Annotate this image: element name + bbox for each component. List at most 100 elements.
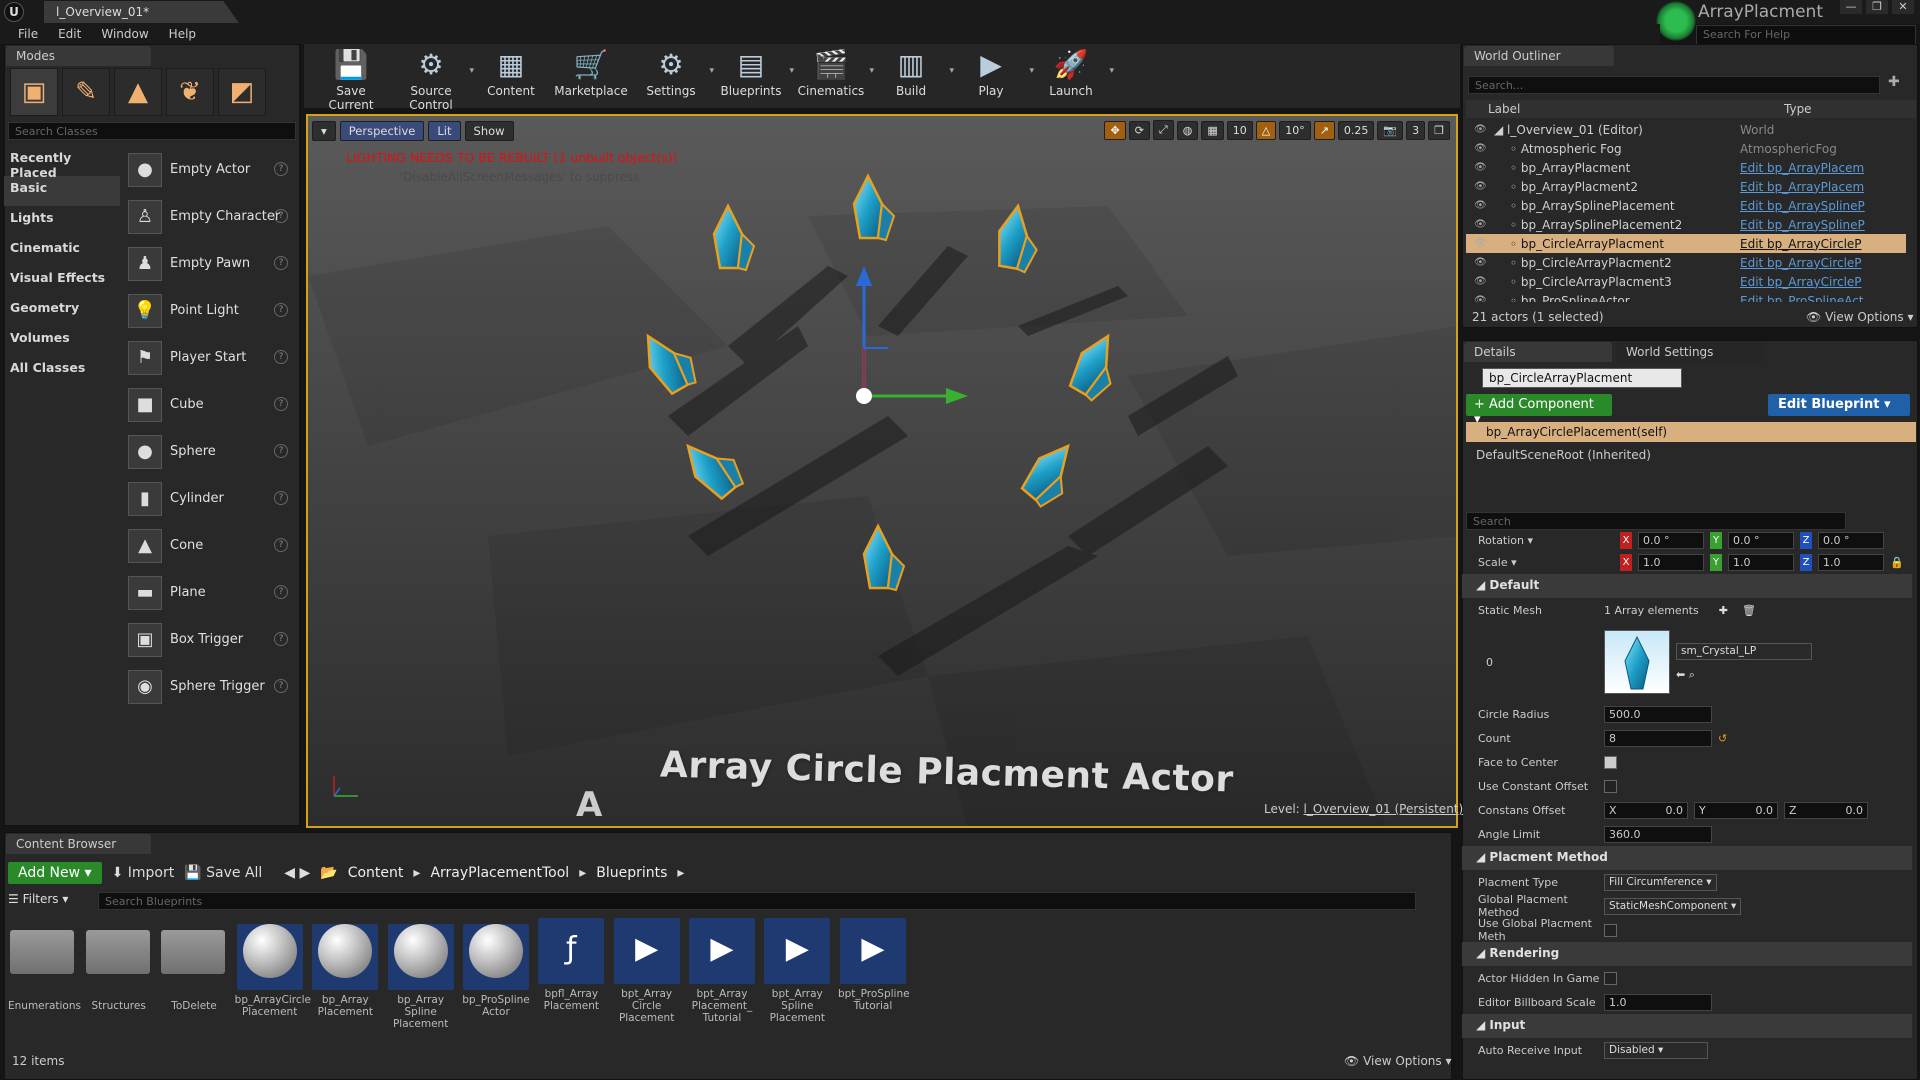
perspective-button[interactable]: Perspective	[339, 121, 425, 141]
component-scene-root[interactable]: DefaultSceneRoot (Inherited)	[1476, 448, 1651, 462]
placeable-item[interactable]: ▲ Cone ?	[124, 522, 296, 569]
level-name[interactable]: l_Overview_01 (Persistent)	[1304, 802, 1464, 816]
category-basic[interactable]: Basic	[4, 176, 120, 206]
outliner-row[interactable]: 👁 ◦ bp_ArraySplinePlacement Edit bp_Arra…	[1466, 196, 1906, 215]
scale-tool-icon[interactable]: ⤢	[1152, 120, 1174, 140]
menu-file[interactable]: File	[8, 24, 48, 44]
actor-name-input[interactable]: bp_CircleArrayPlacment	[1482, 368, 1682, 388]
help-search-input[interactable]: Search For Help	[1696, 25, 1916, 45]
rotation-y[interactable]: 0.0 °	[1728, 531, 1794, 549]
asset-tile[interactable]: ▶ bpt_ProSpline Tutorial	[838, 918, 910, 1038]
show-button[interactable]: Show	[464, 121, 514, 141]
category-recently-placed[interactable]: Recently Placed	[4, 146, 120, 180]
grid-size-value[interactable]: 10	[1226, 120, 1253, 140]
asset-tile[interactable]: Enumerations	[8, 918, 81, 1038]
content-search-input[interactable]: Search Blueprints	[98, 892, 1416, 910]
circle-radius-input[interactable]: 500.0	[1604, 705, 1712, 723]
visibility-eye-icon[interactable]: 👁	[1474, 124, 1490, 135]
outliner-row[interactable]: 👁 ◦ bp_CircleArrayPlacment2 Edit bp_Arra…	[1466, 253, 1906, 272]
placeable-item[interactable]: ▣ Box Trigger ?	[124, 616, 296, 663]
add-new-button[interactable]: Add New ▾	[8, 862, 102, 884]
face-center-checkbox[interactable]	[1604, 755, 1617, 769]
outliner-row[interactable]: 👁 ◦ bp_ProSplineActor Edit bp_ProSplineA…	[1466, 291, 1906, 303]
tab-world-outliner[interactable]: World Outliner	[1464, 46, 1614, 66]
use-constant-offset-checkbox[interactable]	[1604, 779, 1617, 793]
help-icon[interactable]: ?	[274, 585, 288, 599]
col-type[interactable]: Type	[1784, 102, 1812, 116]
outliner-view-options[interactable]: 👁 View Options ▾	[1806, 310, 1914, 324]
grid-snap-icon[interactable]: ▦	[1201, 120, 1224, 140]
outliner-row-type[interactable]: Edit bp_ArraySplineP	[1740, 218, 1865, 232]
section-rendering[interactable]: ◢ Rendering	[1462, 942, 1912, 966]
component-self[interactable]: bp_ArrayCirclePlacement(self)	[1466, 422, 1916, 442]
folder-icon[interactable]: 📂	[320, 865, 337, 881]
placement-type-dropdown[interactable]: Fill Circumference ▾	[1604, 873, 1717, 891]
translate-tool-icon[interactable]: ✥	[1104, 120, 1126, 140]
outliner-row[interactable]: 👁 ◦ bp_CircleArrayPlacment3 Edit bp_Arra…	[1466, 272, 1906, 291]
camera-speed-value[interactable]: 3	[1406, 120, 1426, 140]
rotation-z[interactable]: 0.0 °	[1818, 531, 1884, 549]
help-icon[interactable]: ?	[274, 491, 288, 505]
details-search-input[interactable]: Search	[1466, 512, 1846, 530]
placeable-item[interactable]: ▬ Plane ?	[124, 569, 296, 616]
filters-button[interactable]: ☰ Filters ▾	[8, 892, 68, 906]
outliner-row[interactable]: 👁 ◦ bp_CircleArrayPlacment Edit bp_Array…	[1466, 234, 1906, 253]
toolbar-button[interactable]: 💾 Save Current	[312, 44, 390, 112]
menu-edit[interactable]: Edit	[48, 24, 91, 44]
edit-blueprint-button[interactable]: Edit Blueprint ▾	[1768, 394, 1910, 416]
asset-tile[interactable]: Structures	[84, 918, 153, 1038]
help-icon[interactable]: ?	[274, 256, 288, 270]
rotation-snap-icon[interactable]: △	[1255, 120, 1277, 140]
placeable-item[interactable]: ♙ Empty Character ?	[124, 193, 296, 240]
geometry-mode-icon[interactable]: ◩	[218, 68, 266, 116]
help-icon[interactable]: ?	[274, 538, 288, 552]
section-input[interactable]: ◢ Input	[1462, 1014, 1912, 1038]
mesh-dropdown[interactable]: sm_Crystal_LP	[1676, 642, 1812, 660]
category-volumes[interactable]: Volumes	[4, 326, 120, 356]
level-viewport[interactable]: A	[306, 114, 1458, 828]
placeable-item[interactable]: ⚑ Player Start ?	[124, 334, 296, 381]
history-nav-icon[interactable]: ◀ ▶	[284, 865, 310, 881]
asset-tile[interactable]: bp_Array Spline Placement	[386, 918, 455, 1038]
placeable-item[interactable]: ● Sphere ?	[124, 428, 296, 475]
visibility-eye-icon[interactable]: 👁	[1474, 257, 1490, 268]
lock-icon[interactable]: 🔒	[1890, 556, 1904, 569]
viewport-options-button[interactable]: ▾	[312, 121, 336, 141]
count-input[interactable]: 8	[1604, 729, 1712, 747]
outliner-row-type[interactable]: Edit bp_ArrayCircleP	[1740, 237, 1862, 251]
menu-window[interactable]: Window	[91, 24, 158, 44]
outliner-row[interactable]: 👁 ◢ l_Overview_01 (Editor) World	[1466, 120, 1906, 139]
reset-default-icon[interactable]: ↺	[1718, 732, 1727, 745]
outliner-row-type[interactable]: Edit bp_ArrayPlacem	[1740, 161, 1864, 175]
outliner-row[interactable]: 👁 ◦ bp_ArrayPlacment Edit bp_ArrayPlacem	[1466, 158, 1906, 177]
asset-tile[interactable]: ƒ bpfl_Array Placement	[537, 918, 606, 1038]
help-icon[interactable]: ?	[274, 632, 288, 646]
placeable-item[interactable]: ♟ Empty Pawn ?	[124, 240, 296, 287]
outliner-row[interactable]: 👁 ◦ Atmospheric Fog AtmosphericFog	[1466, 139, 1906, 158]
outliner-add-icon[interactable]: ✚	[1888, 74, 1900, 90]
paint-mode-icon[interactable]: ✎	[62, 68, 110, 116]
lit-button[interactable]: Lit	[428, 121, 461, 141]
tab-details[interactable]: Details	[1464, 342, 1612, 362]
toolbar-button[interactable]: ⚙ Settings ▾	[632, 44, 714, 104]
placeable-item[interactable]: ▮ Cylinder ?	[124, 475, 296, 522]
rotate-tool-icon[interactable]: ⟳	[1128, 120, 1150, 140]
help-icon[interactable]: ?	[274, 679, 288, 693]
scale-x[interactable]: 1.0	[1638, 553, 1704, 571]
angle-limit-input[interactable]: 360.0	[1604, 825, 1712, 843]
scale-z[interactable]: 1.0	[1818, 553, 1884, 571]
place-mode-icon[interactable]: ▣	[10, 68, 58, 116]
add-component-button[interactable]: + Add Component ▾	[1466, 394, 1612, 427]
tab-content-browser[interactable]: Content Browser	[6, 834, 151, 854]
toolbar-button[interactable]: 🚀 Launch ▾	[1032, 44, 1114, 104]
asset-tile[interactable]: ▶ bpt_Array Placement_ Tutorial	[687, 918, 756, 1038]
category-cinematic[interactable]: Cinematic	[4, 236, 120, 266]
asset-tile[interactable]: ▶ bpt_Array Circle Placement	[612, 918, 681, 1038]
breadcrumb-arrayplacementtool[interactable]: ArrayPlacementTool	[430, 865, 569, 881]
search-classes-input[interactable]: Search Classes	[8, 122, 296, 140]
hidden-in-game-checkbox[interactable]	[1604, 971, 1617, 985]
tab-modes[interactable]: Modes	[6, 46, 151, 66]
visibility-eye-icon[interactable]: 👁	[1474, 162, 1490, 173]
landscape-mode-icon[interactable]: ▲	[114, 68, 162, 116]
breadcrumb-content[interactable]: Content	[348, 865, 404, 881]
